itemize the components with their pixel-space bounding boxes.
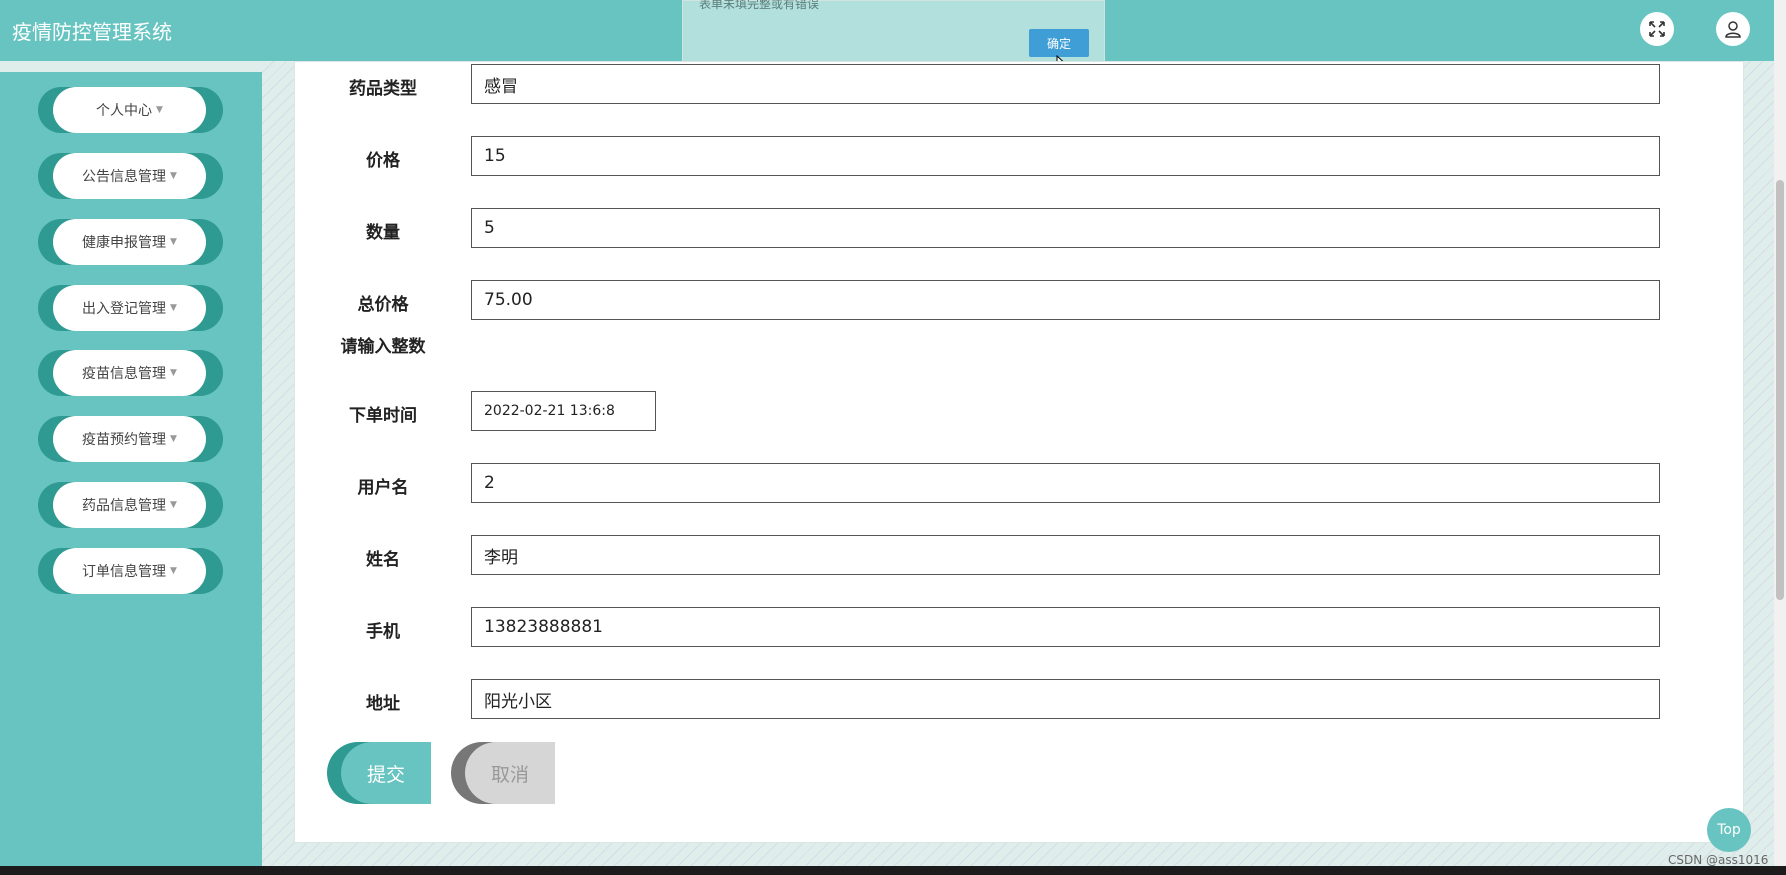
cancel-button[interactable]: 取消 — [451, 742, 555, 804]
user-icon[interactable] — [1716, 12, 1750, 46]
sidebar-item-announcements[interactable]: 公告信息管理 ▼ — [38, 153, 223, 199]
scrollbar-thumb[interactable] — [1776, 180, 1784, 600]
price-field[interactable]: 15 — [471, 136, 1660, 176]
watermark: CSDN @ass1016 — [1668, 853, 1769, 867]
order-time-field[interactable]: 2022-02-21 13:6:8 — [471, 391, 656, 431]
chevron-down-icon: ▼ — [170, 237, 177, 247]
total-price-field[interactable]: 75.00 — [471, 280, 1660, 320]
order-form-panel: 药品类型 感冒 价格 15 数量 5 总价格 75.00 请输入整数 下单时间 … — [294, 61, 1744, 843]
quantity-label: 数量 — [366, 223, 400, 243]
sidebar-item-personal-center[interactable]: 个人中心 ▼ — [38, 87, 223, 133]
app-title: 疫情防控管理系统 — [12, 20, 172, 44]
quantity-field[interactable]: 5 — [471, 208, 1660, 248]
chevron-down-icon: ▼ — [170, 303, 177, 313]
sidebar-item-label: 疫苗信息管理 — [82, 366, 167, 382]
phone-field[interactable]: 13823888881 — [471, 607, 1660, 647]
sidebar-item-label: 疫苗预约管理 — [82, 432, 167, 448]
price-label: 价格 — [366, 151, 400, 171]
alert-message: 表单未填完整或有错误 — [699, 0, 820, 11]
fullscreen-icon[interactable] — [1640, 12, 1674, 46]
total-price-label: 总价格 — [357, 295, 409, 315]
sidebar-item-drug-info[interactable]: 药品信息管理 ▼ — [38, 482, 223, 528]
sidebar: 个人中心 ▼ 公告信息管理 ▼ 健康申报管理 ▼ 出入登记管理 ▼ 疫苗信息管理 ▼ 疫苗… — [0, 72, 262, 875]
scrollbar[interactable] — [1774, 0, 1786, 875]
sidebar-item-label: 健康申报管理 — [82, 235, 167, 251]
alert-confirm-button[interactable]: 确定 — [1029, 29, 1089, 57]
chevron-down-icon: ▼ — [170, 434, 177, 444]
address-field[interactable]: 阳光小区 — [471, 679, 1660, 719]
sidebar-item-entry-exit[interactable]: 出入登记管理 ▼ — [38, 285, 223, 331]
sidebar-item-vaccine-appointments[interactable]: 疫苗预约管理 ▼ — [38, 416, 223, 462]
name-label: 姓名 — [366, 550, 400, 570]
back-to-top-button[interactable]: Top — [1707, 808, 1751, 852]
username-field[interactable]: 2 — [471, 463, 1660, 503]
drug-type-field[interactable]: 感冒 — [471, 64, 1660, 104]
sidebar-item-label: 出入登记管理 — [82, 301, 167, 317]
drug-type-label: 药品类型 — [349, 79, 417, 99]
username-label: 用户名 — [357, 478, 409, 498]
chevron-down-icon: ▼ — [170, 566, 177, 576]
name-field[interactable]: 李明 — [471, 535, 1660, 575]
chevron-down-icon: ▼ — [170, 171, 177, 181]
sidebar-item-label: 个人中心 — [96, 103, 153, 119]
sidebar-item-label: 药品信息管理 — [82, 498, 167, 514]
bottom-strip — [0, 866, 1786, 875]
sidebar-item-orders[interactable]: 订单信息管理 ▼ — [38, 548, 223, 594]
order-time-label: 下单时间 — [349, 406, 417, 426]
sidebar-item-label: 订单信息管理 — [82, 564, 167, 580]
submit-button[interactable]: 提交 — [327, 742, 431, 804]
submit-button-label: 提交 — [341, 742, 431, 804]
chevron-down-icon: ▼ — [170, 500, 177, 510]
sidebar-item-vaccine-info[interactable]: 疫苗信息管理 ▼ — [38, 350, 223, 396]
phone-label: 手机 — [366, 622, 400, 642]
sidebar-item-label: 公告信息管理 — [82, 169, 167, 185]
integer-hint: 请输入整数 — [340, 337, 426, 357]
sidebar-item-health-reports[interactable]: 健康申报管理 ▼ — [38, 219, 223, 265]
cancel-button-label: 取消 — [465, 742, 555, 804]
chevron-down-icon: ▼ — [156, 105, 163, 115]
chevron-down-icon: ▼ — [170, 368, 177, 378]
address-label: 地址 — [366, 694, 400, 714]
